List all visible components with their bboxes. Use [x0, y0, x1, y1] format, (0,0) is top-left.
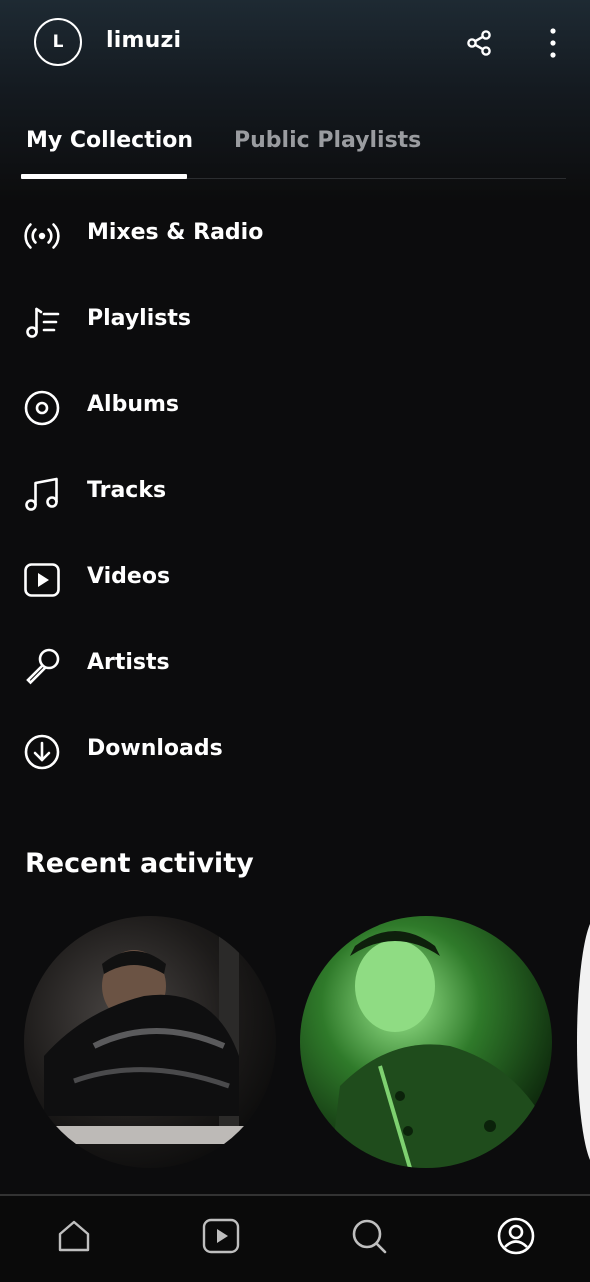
menu-item-videos[interactable]: Videos [0, 536, 590, 622]
menu-item-label: Playlists [87, 306, 191, 331]
menu-item-label: Tracks [87, 478, 167, 503]
menu-item-label: Albums [87, 392, 179, 417]
menu-item-mixes-radio[interactable]: Mixes & Radio [0, 192, 590, 278]
tab-my-collection[interactable]: My Collection [26, 128, 193, 153]
menu-item-albums[interactable]: Albums [0, 364, 590, 450]
share-icon[interactable] [464, 28, 494, 58]
music-note-icon [22, 474, 62, 514]
microphone-icon [22, 646, 62, 686]
menu-item-label: Videos [87, 564, 171, 589]
search-icon[interactable] [349, 1216, 389, 1256]
tab-public-playlists[interactable]: Public Playlists [234, 128, 421, 153]
menu-item-label: Downloads [87, 736, 223, 761]
collection-tabs: My Collection Public Playlists [0, 110, 590, 182]
download-icon [22, 732, 62, 772]
recent-item-artwork[interactable] [24, 916, 276, 1168]
album-icon [22, 388, 62, 428]
menu-item-label: Mixes & Radio [87, 220, 264, 245]
menu-item-artists[interactable]: Artists [0, 622, 590, 708]
avatar-initial: L [52, 32, 64, 52]
avatar[interactable]: L [34, 18, 82, 66]
home-icon[interactable] [54, 1216, 94, 1256]
recent-item-artwork[interactable] [577, 916, 590, 1168]
play-icon[interactable] [201, 1216, 241, 1256]
recent-activity-title: Recent activity [25, 848, 254, 879]
menu-item-playlists[interactable]: Playlists [0, 278, 590, 364]
bottom-navigation [0, 1194, 590, 1282]
recent-item-artwork[interactable] [300, 916, 552, 1168]
top-bar: L limuzi [0, 0, 590, 88]
more-vertical-icon[interactable] [538, 26, 568, 60]
menu-item-label: Artists [87, 650, 170, 675]
radio-icon [22, 216, 62, 256]
active-tab-indicator [21, 174, 187, 179]
video-icon [22, 560, 62, 600]
menu-item-downloads[interactable]: Downloads [0, 708, 590, 794]
profile-icon[interactable] [496, 1216, 536, 1256]
menu-item-tracks[interactable]: Tracks [0, 450, 590, 536]
playlist-icon [22, 302, 62, 342]
username: limuzi [106, 28, 182, 53]
